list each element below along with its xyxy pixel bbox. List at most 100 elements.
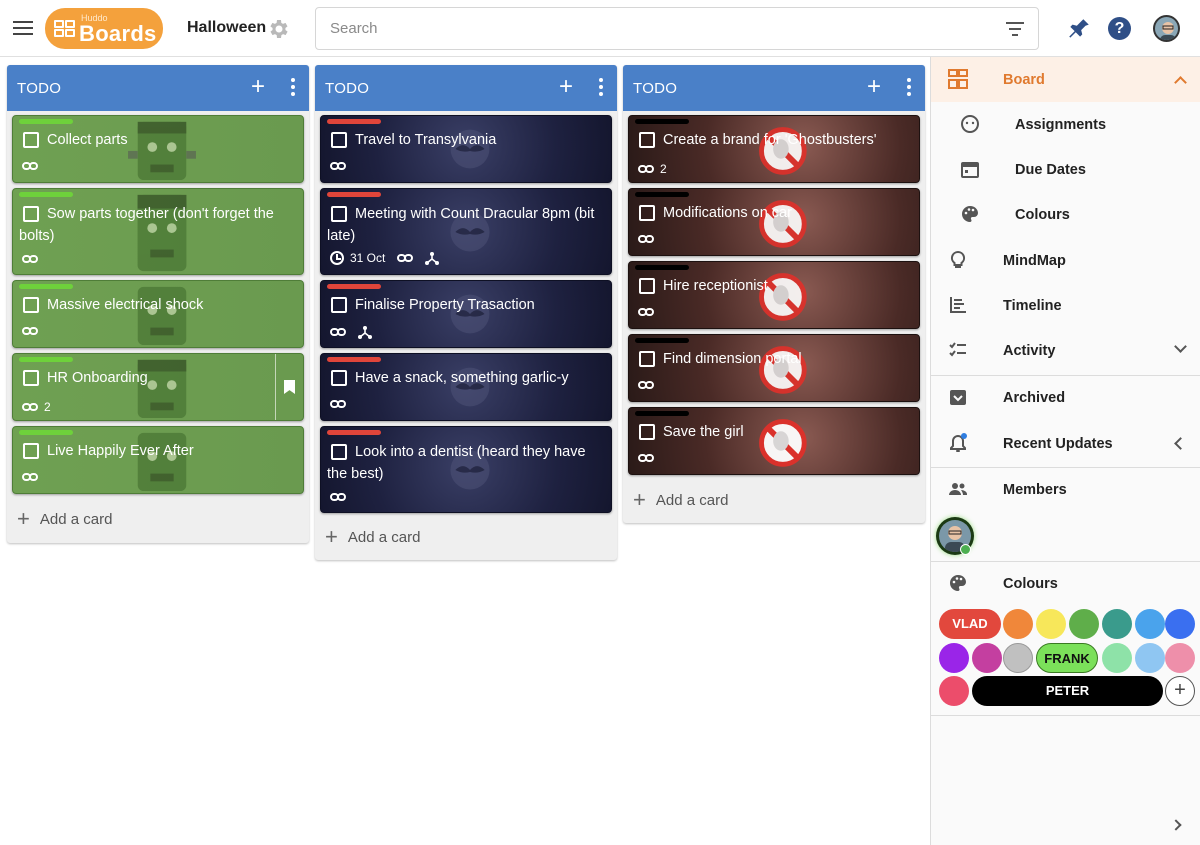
panel-item-label: Members xyxy=(1003,482,1067,498)
plus-icon[interactable]: + xyxy=(251,75,265,99)
card-checkbox[interactable] xyxy=(639,278,655,294)
card-label-bar xyxy=(635,119,689,124)
card[interactable]: Have a snack, something garlic-y xyxy=(320,353,612,421)
card-checkbox[interactable] xyxy=(331,132,347,148)
colour-swatch-light-blue[interactable] xyxy=(1135,609,1165,639)
more-vert-icon[interactable] xyxy=(907,78,911,96)
card-checkbox[interactable] xyxy=(639,132,655,148)
card-meta xyxy=(330,162,346,170)
logo-grid-icon xyxy=(54,20,76,38)
pin-icon[interactable] xyxy=(1066,16,1092,42)
colour-swatch-blue[interactable] xyxy=(1165,609,1195,639)
panel-item-activity[interactable]: Activity xyxy=(931,328,1200,373)
card-checkbox[interactable] xyxy=(331,297,347,313)
colour-swatch-rose[interactable] xyxy=(939,676,969,706)
card-checkbox[interactable] xyxy=(639,351,655,367)
card-meta xyxy=(638,454,654,462)
filter-icon[interactable] xyxy=(1006,22,1024,36)
card-label-bar xyxy=(327,119,381,124)
panel-item-colours[interactable]: Colours xyxy=(931,192,1200,237)
list-title: TODO xyxy=(633,80,678,97)
card-checkbox[interactable] xyxy=(23,297,39,313)
card[interactable]: Create a brand for 'Ghostbusters' 2 xyxy=(628,115,920,183)
card-title: Finalise Property Trasaction xyxy=(355,297,535,313)
colour-swatch-pink[interactable] xyxy=(1165,643,1195,673)
plus-icon[interactable]: + xyxy=(559,75,573,99)
card[interactable]: Sow parts together (don't forget the bol… xyxy=(12,188,304,275)
card[interactable]: Finalise Property Trasaction xyxy=(320,280,612,348)
add-card-button[interactable]: + Add a card xyxy=(633,487,728,513)
chevron-right-icon[interactable] xyxy=(1170,819,1182,831)
card-checkbox[interactable] xyxy=(23,132,39,148)
card[interactable]: Modifications on car xyxy=(628,188,920,256)
colour-swatch-yellow[interactable] xyxy=(1036,609,1066,639)
timeline-icon xyxy=(950,297,966,313)
card-label-bar xyxy=(635,338,689,343)
more-vert-icon[interactable] xyxy=(291,78,295,96)
panel-item-label: Due Dates xyxy=(1015,162,1086,178)
card-checkbox[interactable] xyxy=(639,205,655,221)
colour-swatch-mint[interactable] xyxy=(1102,643,1132,673)
panel-item-recent-updates[interactable]: Recent Updates xyxy=(931,421,1200,466)
card[interactable]: Hire receptionist xyxy=(628,261,920,329)
card-checkbox[interactable] xyxy=(23,443,39,459)
card[interactable]: Collect parts xyxy=(12,115,304,183)
panel-item-label: Colours xyxy=(1003,576,1058,592)
card[interactable]: Save the girl xyxy=(628,407,920,475)
card[interactable]: HR Onboarding 2 xyxy=(12,353,304,421)
panel-item-label: MindMap xyxy=(1003,253,1066,269)
card[interactable]: Find dimension portal xyxy=(628,334,920,402)
app-logo[interactable]: Huddo Boards xyxy=(45,8,163,49)
colour-label-frank[interactable]: FRANK xyxy=(1036,643,1098,673)
card[interactable]: Travel to Transylvania xyxy=(320,115,612,183)
card-checkbox[interactable] xyxy=(23,370,39,386)
colour-swatch-teal[interactable] xyxy=(1102,609,1132,639)
card-title: Hire receptionist xyxy=(663,278,768,294)
colour-swatch-green[interactable] xyxy=(1069,609,1099,639)
card[interactable]: Massive electrical shock xyxy=(12,280,304,348)
panel-item-assignments[interactable]: Assignments xyxy=(931,102,1200,147)
card-meta: 31 Oct xyxy=(330,251,440,265)
avatar[interactable] xyxy=(1153,15,1180,42)
card[interactable]: Look into a dentist (heard they have the… xyxy=(320,426,612,513)
add-card-button[interactable]: + Add a card xyxy=(325,524,420,550)
lightbulb-icon xyxy=(950,250,966,268)
add-colour-button[interactable]: + xyxy=(1165,676,1195,706)
palette-icon xyxy=(962,206,978,222)
card[interactable]: Live Happily Ever After xyxy=(12,426,304,494)
add-card-button[interactable]: + Add a card xyxy=(17,506,112,532)
colour-label-vlad[interactable]: VLAD xyxy=(939,609,1001,639)
card-label-bar xyxy=(19,430,73,435)
panel-item-timeline[interactable]: Timeline xyxy=(931,283,1200,328)
card-checkbox[interactable] xyxy=(639,424,655,440)
search-input[interactable] xyxy=(330,20,970,37)
chevron-left-icon xyxy=(1174,437,1187,450)
card-meta xyxy=(22,255,38,263)
colour-swatch-magenta[interactable] xyxy=(972,643,1002,673)
link-icon xyxy=(330,328,346,336)
plus-icon[interactable]: + xyxy=(867,75,881,99)
colour-swatch-purple[interactable] xyxy=(939,643,969,673)
panel-item-archived[interactable]: Archived xyxy=(931,375,1200,420)
panel-item-due-dates[interactable]: Due Dates xyxy=(931,147,1200,192)
colour-swatch-orange[interactable] xyxy=(1003,609,1033,639)
card[interactable]: Meeting with Count Dracular 8pm (bit lat… xyxy=(320,188,612,275)
link-icon xyxy=(22,327,38,335)
help-icon[interactable]: ? xyxy=(1108,17,1131,40)
gear-icon[interactable] xyxy=(266,17,290,41)
panel-item-members[interactable]: Members xyxy=(931,467,1200,512)
colour-swatch-sky[interactable] xyxy=(1135,643,1165,673)
menu-icon[interactable] xyxy=(12,17,34,39)
panel-item-label: Colours xyxy=(1015,207,1070,223)
panel-item-mindmap[interactable]: MindMap xyxy=(931,238,1200,283)
card-label-bar xyxy=(327,430,381,435)
link-icon xyxy=(330,400,346,408)
colour-swatch-grey[interactable] xyxy=(1003,643,1033,673)
card-checkbox[interactable] xyxy=(331,370,347,386)
link-icon xyxy=(638,381,654,389)
card-label-bar xyxy=(635,265,689,270)
colour-label-peter[interactable]: PETER xyxy=(972,676,1163,706)
panel-item-board[interactable]: Board xyxy=(931,57,1200,102)
bookmark-icon[interactable] xyxy=(275,354,303,420)
more-vert-icon[interactable] xyxy=(599,78,603,96)
